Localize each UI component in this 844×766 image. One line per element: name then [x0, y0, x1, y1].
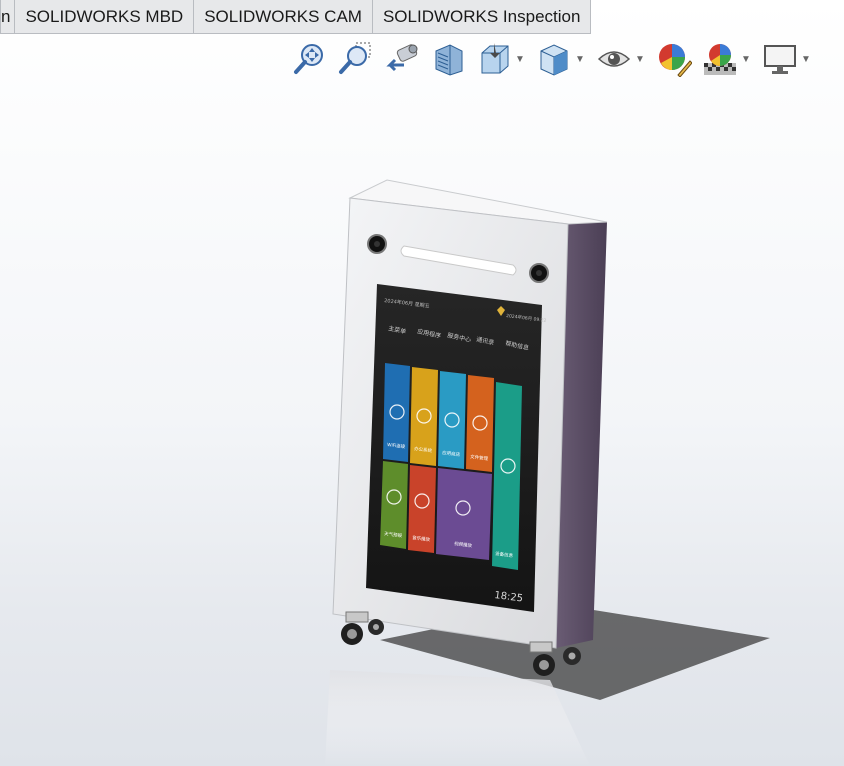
floor-reflection	[325, 670, 590, 766]
graphics-area[interactable]: 2024年06月 星期五 2024年06月 09:22 主菜单 应用程序 服务中…	[0, 0, 844, 766]
tile-teal	[492, 382, 522, 570]
